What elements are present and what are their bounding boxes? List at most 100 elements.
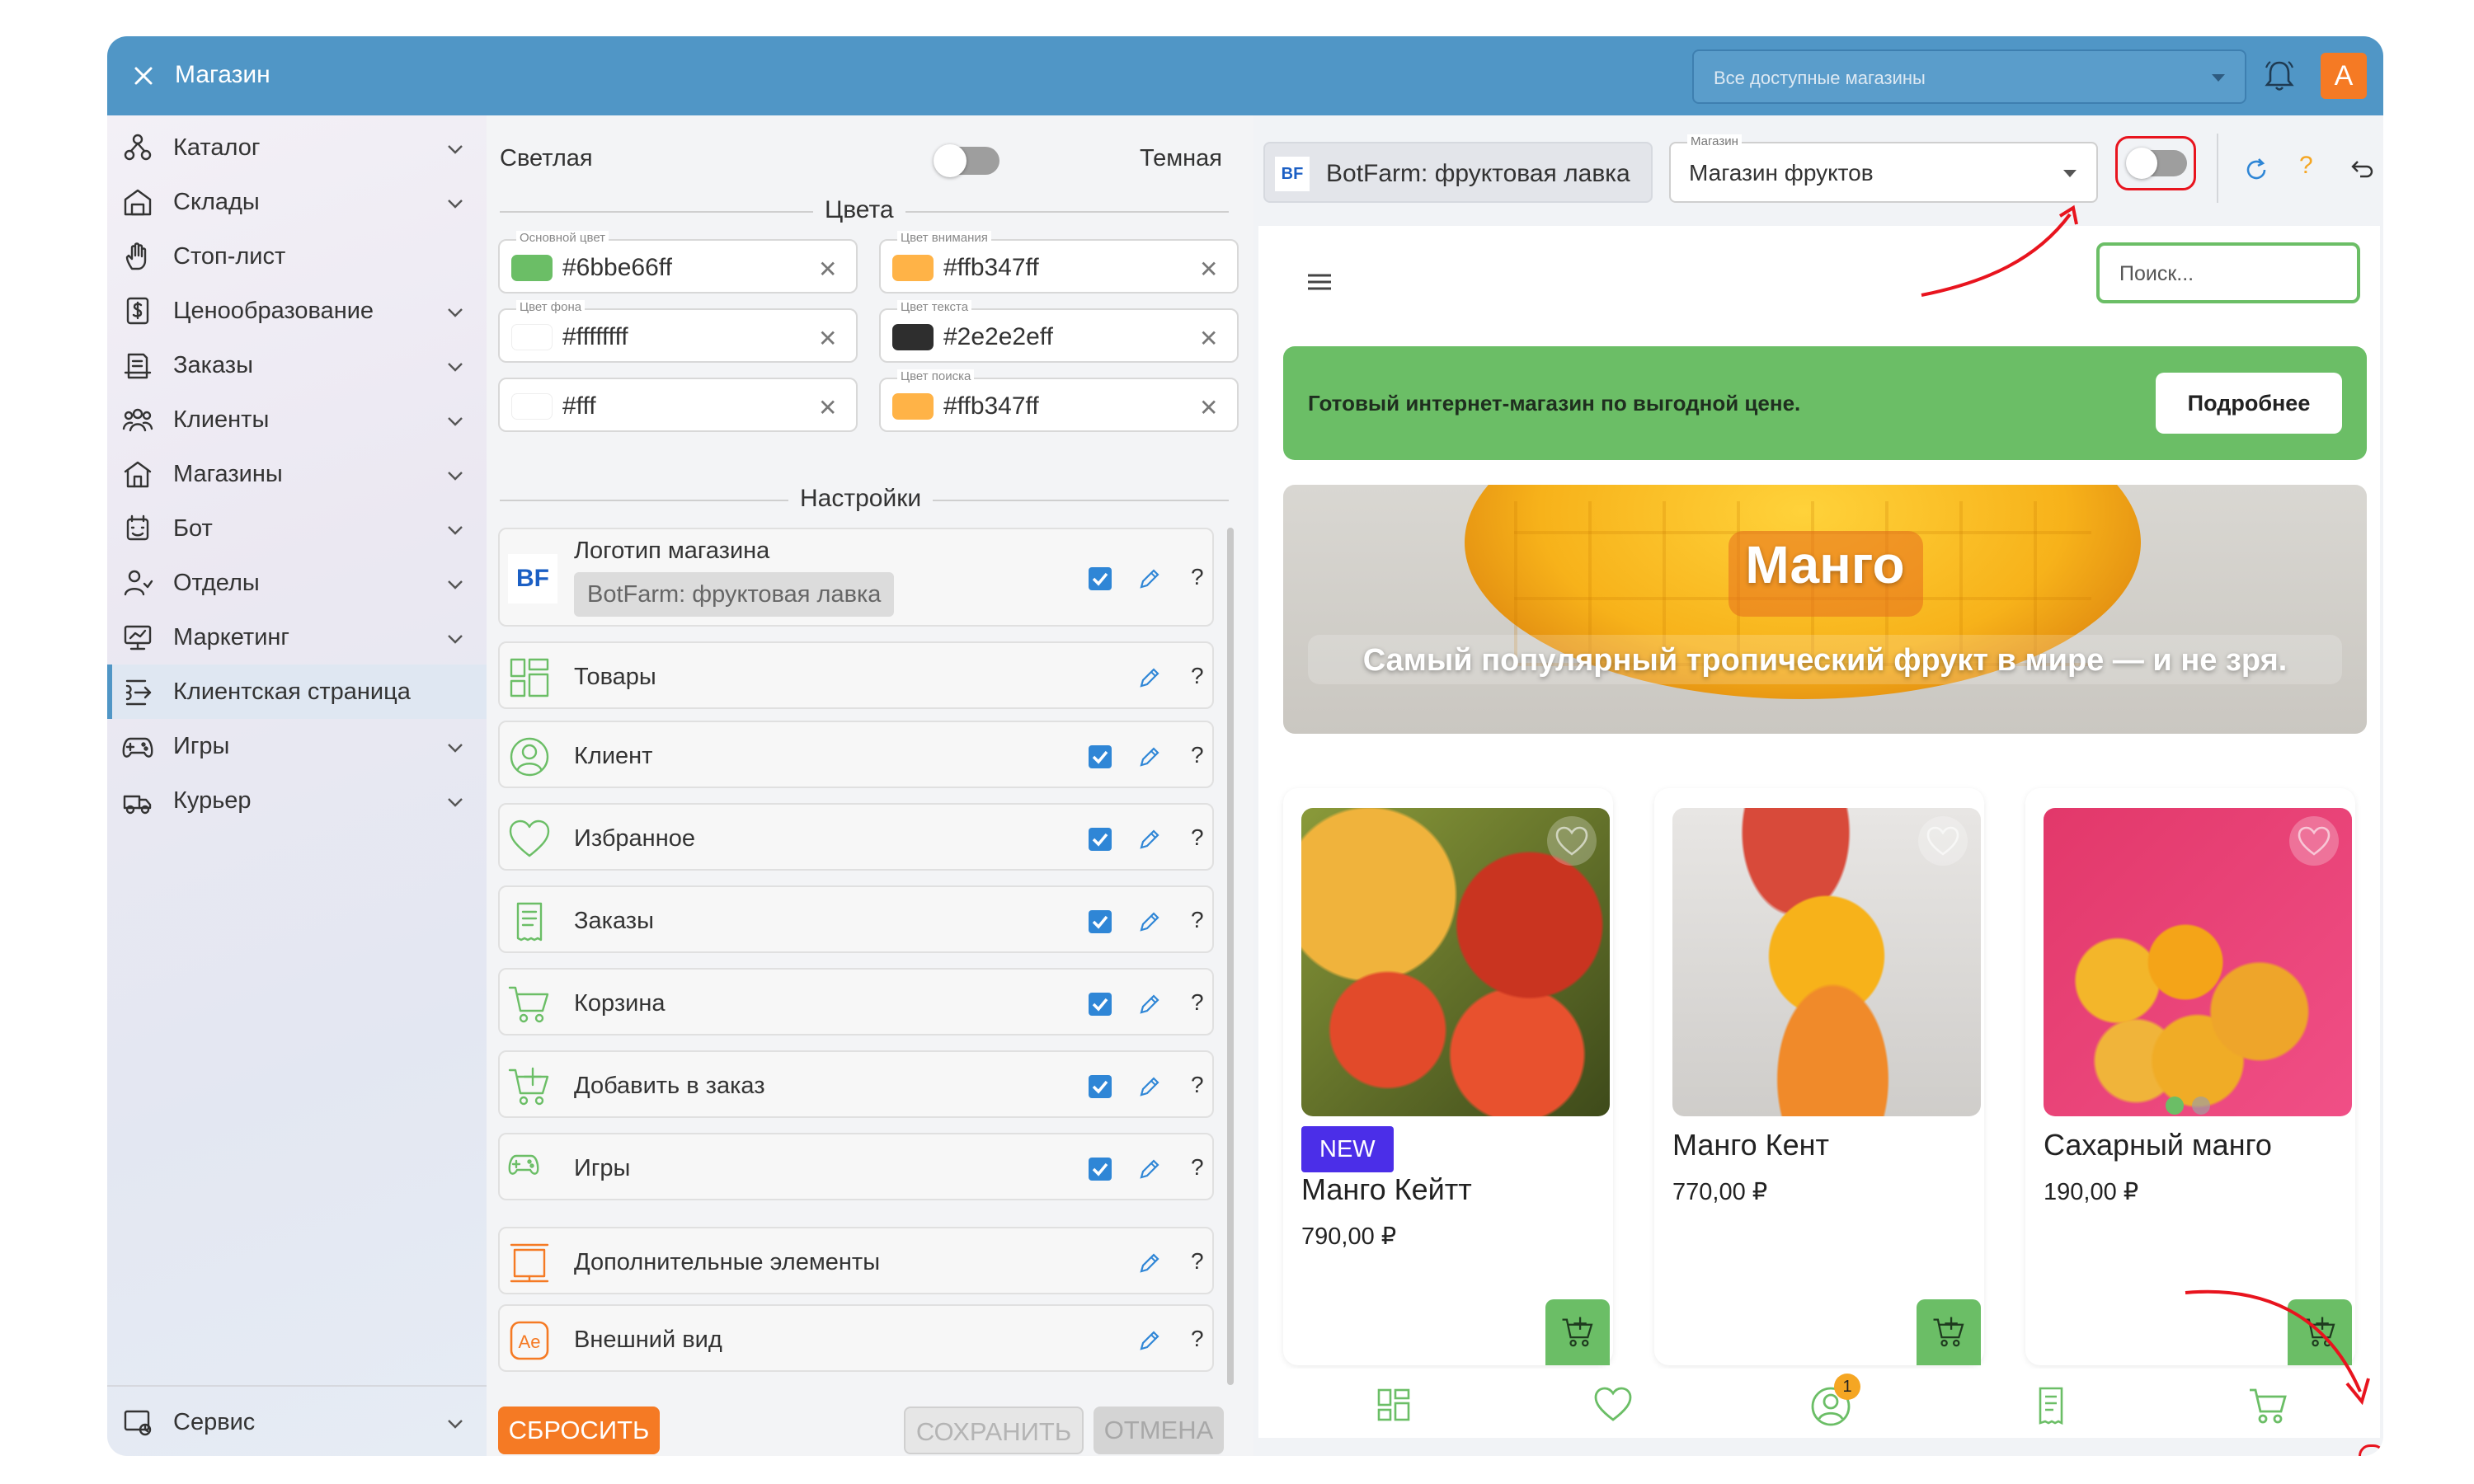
sidebar-item[interactable]: Стоп-лист [107,229,487,284]
clear-icon[interactable]: ✕ [1199,325,1218,352]
edit-icon[interactable] [1136,826,1163,852]
row-checkbox[interactable] [1089,745,1112,768]
settings-row[interactable]: Избранное? [498,803,1214,871]
store-filter-select[interactable]: Все доступные магазины [1692,49,2246,104]
settings-row[interactable]: Товары? [498,641,1214,709]
refresh-icon[interactable] [2241,155,2271,185]
bell-icon[interactable] [2260,56,2299,96]
edit-icon[interactable] [1136,1327,1163,1354]
sidebar-item[interactable]: Сервис [107,1395,487,1449]
settings-row[interactable]: Игры? [498,1133,1214,1200]
help-mark[interactable]: ? [1191,1326,1204,1352]
help-mark[interactable]: ? [1191,742,1204,768]
edit-icon[interactable] [1136,744,1163,770]
color-field[interactable]: Цвет внимания #ffb347ff ✕ [879,231,1239,294]
receipt-icon[interactable] [2032,1385,2072,1428]
logo-row[interactable]: BF Логотип магазина BotFarm: фруктовая л… [498,528,1214,627]
avatar[interactable]: A [2321,53,2367,99]
help-mark[interactable]: ? [1191,663,1204,689]
row-checkbox[interactable] [1089,1158,1112,1181]
logo-name-value[interactable]: BotFarm: фруктовая лавка [574,572,895,617]
clear-icon[interactable]: ✕ [818,325,837,352]
menu-icon[interactable] [1303,267,1336,297]
color-field[interactable]: Цвет поиска #ffb347ff ✕ [879,369,1239,432]
clear-icon[interactable]: ✕ [1199,256,1218,283]
help-mark[interactable]: ? [1191,1072,1204,1098]
color-field[interactable]: Цвет фона #ffffffff ✕ [498,300,858,363]
clear-icon[interactable]: ✕ [818,256,837,283]
sidebar-item[interactable]: Бот [107,501,487,556]
favorite-heart-icon[interactable] [1547,816,1597,866]
cancel-button[interactable]: ОТМЕНА [1094,1407,1224,1454]
add-to-cart-button[interactable] [1545,1299,1610,1365]
logo-row-checkbox[interactable] [1089,567,1112,590]
settings-scrollbar[interactable] [1227,528,1234,1385]
favorite-heart-icon[interactable] [1918,816,1968,866]
sidebar-item[interactable]: Заказы [107,338,487,392]
product-card[interactable]: Манго Кент 770,00 ₽ [1654,788,1984,1365]
slider-dot[interactable] [2192,1097,2210,1115]
help-mark[interactable]: ? [1191,824,1204,851]
color-swatch[interactable] [892,393,934,420]
sidebar-item[interactable]: Каталог [107,120,487,175]
save-button[interactable]: СОХРАНИТЬ [904,1407,1084,1454]
sidebar-item[interactable]: Маркетинг [107,610,487,665]
edit-icon[interactable] [1136,665,1163,691]
resize-handle[interactable] [2359,1444,2383,1456]
add-to-cart-button[interactable] [1917,1299,1981,1365]
close-icon[interactable] [129,61,158,91]
reset-button[interactable]: СБРОСИТЬ [498,1407,660,1454]
sidebar-item[interactable]: Пользователи [107,1449,487,1456]
sidebar-item[interactable]: Курьер [107,773,487,828]
product-card[interactable]: NEW Манго Кейтт 790,00 ₽ [1283,788,1613,1365]
heart-icon[interactable] [1592,1385,1634,1425]
clear-icon[interactable]: ✕ [818,394,837,421]
sidebar-item[interactable]: Клиентская страница [107,665,487,719]
edit-icon[interactable] [1136,566,1163,592]
settings-row[interactable]: Корзина? [498,968,1214,1036]
help-icon[interactable]: ? [2299,152,2313,180]
sidebar-item[interactable]: Отделы [107,556,487,610]
theme-toggle[interactable] [934,144,999,177]
row-checkbox[interactable] [1089,1075,1112,1098]
color-swatch[interactable] [892,324,934,350]
row-checkbox[interactable] [1089,910,1112,933]
settings-row[interactable]: Ae Внешний вид? [498,1304,1214,1372]
color-swatch[interactable] [511,255,553,281]
clear-icon[interactable]: ✕ [1199,394,1218,421]
help-mark[interactable]: ? [1191,1154,1204,1181]
color-field[interactable]: #fff ✕ [498,378,858,432]
help-mark[interactable]: ? [1191,989,1204,1016]
color-field[interactable]: Цвет текста #2e2e2eff ✕ [879,300,1239,363]
edit-icon[interactable] [1136,991,1163,1017]
store-chip[interactable]: BF BotFarm: фруктовая лавка [1263,142,1653,203]
promo-more-button[interactable]: Подробнее [2156,373,2342,434]
product-card[interactable]: Сахарный манго 190,00 ₽ [2025,788,2355,1365]
sidebar-item[interactable]: Игры [107,719,487,773]
undo-icon[interactable] [2345,155,2375,185]
store-select[interactable]: Магазин Магазин фруктов [1669,134,2098,203]
settings-row[interactable]: Дополнительные элементы? [498,1227,1214,1294]
color-swatch[interactable] [892,255,934,281]
edit-icon[interactable] [1136,1250,1163,1276]
help-mark[interactable]: ? [1191,1248,1204,1275]
row-checkbox[interactable] [1089,828,1112,851]
grid-icon[interactable] [1374,1385,1413,1425]
sidebar-item[interactable]: Склады [107,175,487,229]
sidebar-item[interactable]: Магазины [107,447,487,501]
help-mark[interactable]: ? [1191,564,1204,590]
slider-dot-active[interactable] [2166,1097,2184,1115]
edit-icon[interactable] [1136,1073,1163,1100]
sidebar-item[interactable]: Клиенты [107,392,487,447]
row-checkbox[interactable] [1089,993,1112,1016]
color-field[interactable]: Основной цвет #6bbe66ff ✕ [498,231,858,294]
settings-row[interactable]: Заказы? [498,885,1214,953]
settings-row[interactable]: Добавить в заказ? [498,1050,1214,1118]
sidebar-item[interactable]: Ценообразование [107,284,487,338]
color-swatch[interactable] [511,393,553,420]
color-swatch[interactable] [511,324,553,350]
help-mark[interactable]: ? [1191,907,1204,933]
settings-row[interactable]: Клиент? [498,721,1214,788]
search-input[interactable]: Поиск... [2096,242,2360,303]
favorite-heart-icon[interactable] [2289,816,2339,866]
